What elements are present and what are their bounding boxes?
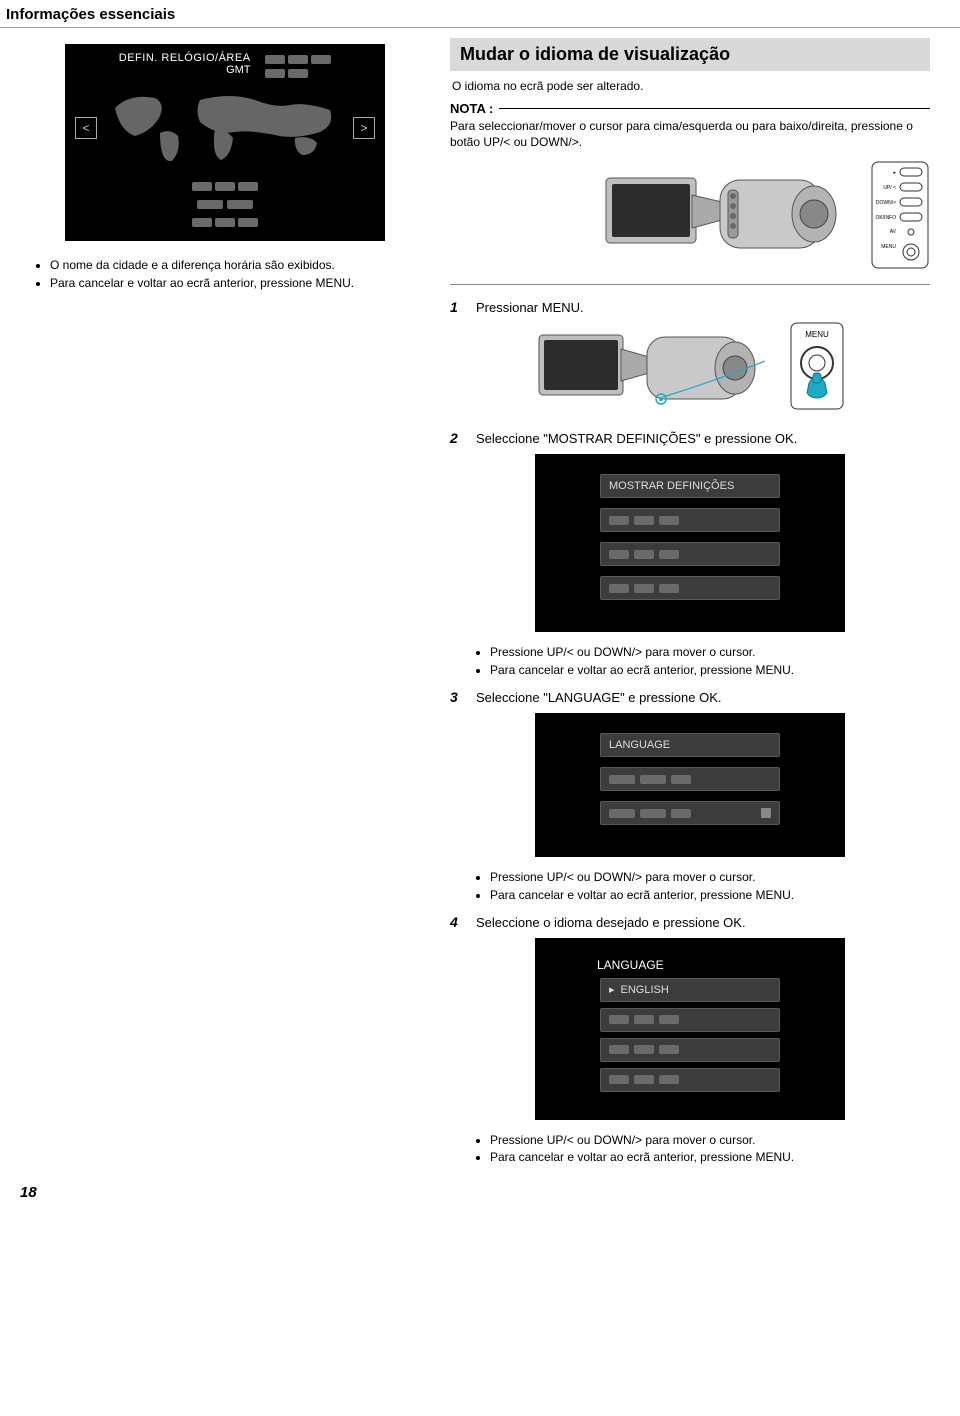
lcd-header: DEFIN. RELÓGIO/ÁREA GMT [75,52,375,80]
menu-option[interactable] [600,801,780,825]
divider [499,108,930,109]
page-body: DEFIN. RELÓGIO/ÁREA GMT < [0,28,960,1171]
left-bullet-2: Para cancelar e voltar ao ecrã anterior,… [50,275,420,292]
step-number: 4 [450,914,466,930]
lcd-footer [75,178,375,230]
menu-option[interactable] [600,542,780,566]
svg-text:MENU: MENU [881,244,896,250]
world-map: < > [75,84,375,172]
menu-screenshot-step2: MOSTRAR DEFINIÇÕES [535,454,845,632]
lcd-title-line2: GMT [119,64,251,76]
step2-bullet-1: Pressione UP/< ou DOWN/> para mover o cu… [490,644,930,661]
menu-screenshot-step4: LANGUAGE ▸ ENGLISH [535,938,845,1120]
camcorder-menu-illustration [535,321,785,416]
lead-text: O idioma no ecrã pode ser alterado. [452,79,928,93]
camcorder-illustration [602,160,862,270]
step-number: 2 [450,430,466,446]
left-bullet-1: O nome da cidade e a diferença horária s… [50,257,420,274]
menu-option[interactable] [600,1038,780,1062]
arrow-right-icon[interactable]: > [353,117,375,139]
step-number: 1 [450,299,466,315]
divider [450,284,930,285]
breadcrumb: Informações essenciais [0,0,960,28]
svg-text:MENU: MENU [805,330,829,339]
step-1: 1 Pressionar MENU. [450,299,930,315]
lcd-title-line1: DEFIN. RELÓGIO/ÁREA [119,52,251,64]
menu-option[interactable] [600,1008,780,1032]
step-number: 3 [450,689,466,705]
step-text: Pressionar MENU. [476,299,930,315]
lcd-clock-area: DEFIN. RELÓGIO/ÁREA GMT < [65,44,385,241]
menu-title: LANGUAGE [535,958,845,978]
svg-text:▸: ▸ [893,170,896,176]
step-3: 3 Seleccione "LANGUAGE" e pressione OK. [450,689,930,705]
svg-text:OK/INFO: OK/INFO [875,215,896,221]
step4-bullet-2: Para cancelar e voltar ao ecrã anterior,… [490,1149,930,1166]
menu-option-label: LANGUAGE [609,739,670,751]
svg-text:DOWN/>: DOWN/> [876,200,896,206]
svg-text:AV: AV [890,229,897,235]
menu-option[interactable] [600,576,780,600]
menu-option-selected[interactable]: ▸ ENGLISH [600,978,780,1002]
menu-option-selected[interactable]: MOSTRAR DEFINIÇÕES [600,474,780,498]
step-4: 4 Seleccione o idioma desejado e pressio… [450,914,930,930]
menu-button-zoom: MENU [789,321,845,411]
step-2: 2 Seleccione "MOSTRAR DEFINIÇÕES" e pres… [450,430,930,446]
menu-option[interactable] [600,1068,780,1092]
menu-option-selected[interactable]: LANGUAGE [600,733,780,757]
nota-text: Para seleccionar/mover o cursor para cim… [450,118,930,150]
button-panel: ▸ UP/ < DOWN/> OK/INFO AV MENU [870,160,930,270]
step-text: Seleccione "MOSTRAR DEFINIÇÕES" e pressi… [476,430,930,446]
svg-text:UP/ <: UP/ < [883,185,896,191]
menu-option[interactable] [600,767,780,791]
step3-bullet-1: Pressione UP/< ou DOWN/> para mover o cu… [490,869,930,886]
arrow-left-icon[interactable]: < [75,117,97,139]
left-column: DEFIN. RELÓGIO/ÁREA GMT < [30,38,420,1171]
menu-option-label: MOSTRAR DEFINIÇÕES [609,480,734,492]
page-number: 18 [20,1184,37,1201]
nota-label: NOTA : [450,101,493,116]
menu-option[interactable] [600,508,780,532]
step4-bullet-1: Pressione UP/< ou DOWN/> para mover o cu… [490,1132,930,1149]
world-map-icon [105,88,345,168]
step2-bullet-2: Para cancelar e voltar ao ecrã anterior,… [490,662,930,679]
step-text: Seleccione o idioma desejado e pressione… [476,914,930,930]
right-column: Mudar o idioma de visualização O idioma … [450,38,930,1171]
section-header: Mudar o idioma de visualização [450,38,930,71]
menu-option-label: ENGLISH [621,984,669,996]
step3-bullet-2: Para cancelar e voltar ao ecrã anterior,… [490,887,930,904]
step-text: Seleccione "LANGUAGE" e pressione OK. [476,689,930,705]
menu-screenshot-step3: LANGUAGE [535,713,845,857]
